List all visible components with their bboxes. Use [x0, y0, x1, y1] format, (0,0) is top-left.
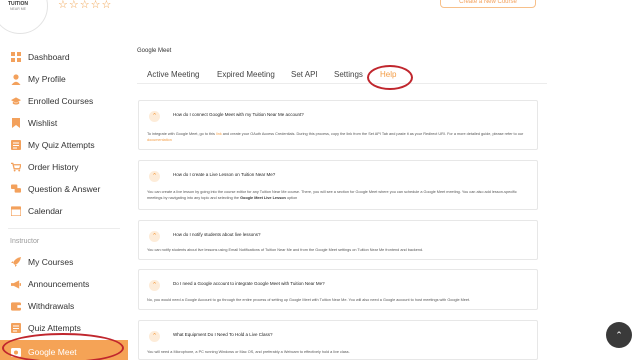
faq-answer-text: You will need a Microphone, a PC running…	[147, 350, 350, 354]
sidebar-item-dashboard[interactable]: Dashboard	[0, 46, 128, 68]
sidebar-item-my-courses[interactable]: My Courses	[0, 251, 128, 273]
faq-answer: No, you would need a Google Account to g…	[147, 297, 531, 303]
logo-subtitle: NEAR ME	[10, 7, 26, 11]
qa-icon	[11, 184, 21, 195]
sidebar-item-wishlist[interactable]: Wishlist	[0, 112, 128, 134]
create-course-button[interactable]: Create a New Course	[440, 0, 536, 8]
faq-card[interactable]: ⌃ What Equipment Do I Need To Hold a Liv…	[138, 320, 538, 360]
sidebar-item-label: Google Meet	[28, 347, 77, 357]
faq-question: Do I need a Google account to integrate …	[173, 281, 325, 286]
sidebar-item-label: Withdrawals	[28, 301, 75, 311]
sidebar-item-label: My Profile	[28, 74, 66, 84]
faq-card[interactable]: ⌃ How do I create a Live Lesson on Tuiti…	[138, 160, 538, 210]
sidebar-item-label: Enrolled Courses	[28, 96, 94, 106]
sidebar-item-announcements[interactable]: Announcements	[0, 273, 128, 295]
sidebar-item-quiz-attempts[interactable]: Quiz Attempts	[0, 317, 128, 339]
main-content: Google Meet Active Meeting Expired Meeti…	[128, 40, 640, 360]
graduation-icon	[11, 96, 21, 107]
faq-answer-text: To integrate with Google Meet, go to thi…	[147, 132, 215, 136]
sidebar-item-my-profile[interactable]: My Profile	[0, 68, 128, 90]
tab-set-api[interactable]: Set API	[291, 70, 318, 79]
faq-question: How do I connect Google Meet with my Tui…	[173, 112, 304, 117]
faq-answer-text: No, you would need a Google Account to g…	[147, 298, 471, 302]
wallet-icon	[11, 301, 21, 312]
sidebar-item-question-answer[interactable]: Question & Answer	[0, 178, 128, 200]
faq-question: How do I create a Live Lesson on Tuition…	[173, 172, 276, 177]
chevron-up-icon[interactable]: ⌃	[149, 111, 160, 122]
sidebar-item-label: Order History	[28, 162, 79, 172]
sidebar-item-label: Question & Answer	[28, 184, 101, 194]
sidebar-item-order-history[interactable]: Order History	[0, 156, 128, 178]
video-icon	[11, 347, 21, 358]
sidebar-item-label: Calendar	[28, 206, 63, 216]
tab-help[interactable]: Help	[380, 70, 396, 79]
faq-answer: You can notify students about live lesso…	[147, 247, 531, 253]
faq-card[interactable]: ⌃ How do I notify students about live le…	[138, 220, 538, 260]
faq-answer-bold: Google Meet Live Lesson	[240, 196, 286, 200]
sidebar-item-enrolled-courses[interactable]: Enrolled Courses	[0, 90, 128, 112]
scroll-to-top-button[interactable]: ⌃	[606, 322, 632, 348]
tab-active-meeting[interactable]: Active Meeting	[147, 70, 199, 79]
faq-answer-text: and create your OAuth Access Credentials…	[222, 132, 524, 136]
faq-answer: To integrate with Google Meet, go to thi…	[147, 131, 531, 143]
rocket-icon	[11, 257, 21, 268]
faq-card[interactable]: ⌃ Do I need a Google account to integrat…	[138, 269, 538, 310]
chevron-up-icon[interactable]: ⌃	[149, 231, 160, 242]
chevron-up-icon[interactable]: ⌃	[149, 171, 160, 182]
user-icon	[11, 73, 21, 85]
logo-text: TUITION NEAR ME	[3, 2, 33, 12]
faq-answer: You can create a live lesson by going in…	[147, 189, 531, 201]
sidebar-divider	[8, 228, 120, 229]
faq-answer-link[interactable]: link	[216, 132, 222, 136]
logo[interactable]: TUITION NEAR ME	[0, 0, 48, 34]
tab-expired-meeting[interactable]: Expired Meeting	[217, 70, 275, 79]
quiz-icon	[11, 140, 21, 151]
sidebar-item-google-meet[interactable]: Google Meet	[0, 340, 128, 360]
sidebar-item-label: Dashboard	[28, 52, 70, 62]
documentation-link[interactable]: documentation	[147, 138, 172, 142]
sidebar-item-label: Announcements	[28, 279, 90, 289]
tab-bar: Active Meeting Expired Meeting Set API S…	[137, 64, 547, 84]
chevron-up-icon[interactable]: ⌃	[149, 280, 160, 291]
faq-question: How do I notify students about live less…	[173, 232, 261, 237]
faq-answer-text: You can create a live lesson by going in…	[147, 190, 517, 200]
calendar-icon	[11, 206, 21, 217]
sidebar-item-withdrawals[interactable]: Withdrawals	[0, 295, 128, 317]
sidebar-item-label: Wishlist	[28, 118, 58, 128]
sidebar-item-calendar[interactable]: Calendar	[0, 200, 128, 222]
sidebar-item-label: My Quiz Attempts	[28, 140, 95, 150]
faq-question: What Equipment Do I Need To Hold a Live …	[173, 332, 273, 337]
sidebar-item-my-quiz-attempts[interactable]: My Quiz Attempts	[0, 134, 128, 156]
faq-card[interactable]: ⌃ How do I connect Google Meet with my T…	[138, 100, 538, 150]
bookmark-icon	[11, 118, 21, 129]
tab-settings[interactable]: Settings	[334, 70, 363, 79]
sidebar: Dashboard My Profile Enrolled Courses Wi…	[0, 44, 128, 360]
faq-answer-text: You can notify students about live lesso…	[147, 248, 424, 252]
page-title: Google Meet	[137, 48, 172, 54]
quiz-icon	[11, 323, 21, 334]
cart-icon	[11, 162, 21, 173]
top-bar: TUITION NEAR ME ☆☆☆☆☆ Create a New Cours…	[0, 0, 640, 34]
instructor-section-label: Instructor	[10, 238, 40, 245]
sidebar-item-label: Quiz Attempts	[28, 323, 81, 333]
chevron-up-icon[interactable]: ⌃	[149, 331, 160, 342]
rating-stars: ☆☆☆☆☆	[58, 0, 113, 11]
faq-answer-text: option	[286, 196, 298, 200]
dashboard-icon	[11, 52, 21, 63]
megaphone-icon	[11, 279, 21, 290]
faq-answer: You will need a Microphone, a PC running…	[147, 349, 531, 355]
sidebar-item-label: My Courses	[28, 257, 74, 267]
